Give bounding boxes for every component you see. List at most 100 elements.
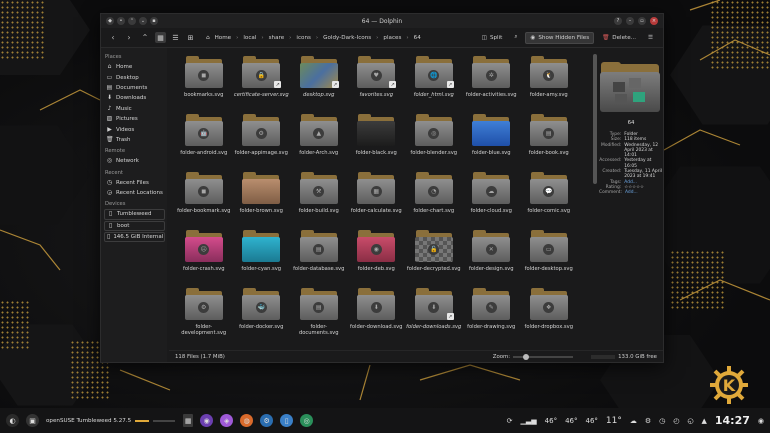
- sidebar-item-videos[interactable]: ▶ Videos: [104, 124, 165, 134]
- title-bar[interactable]: ◆ • ⌃ ⌄ ▪ 64 — Dolphin ? – ▫ ×: [101, 14, 663, 28]
- file-item[interactable]: 💬 folder-comic.svg: [520, 170, 578, 228]
- firefox-icon[interactable]: ◍: [240, 414, 254, 427]
- sidebar-item-146-5-gib-internal-[interactable]: ▯ 146.5 GiB Internal ...: [104, 232, 165, 243]
- split-button[interactable]: ◫ Split: [478, 33, 507, 43]
- update-icon[interactable]: ⟳: [507, 417, 513, 425]
- opensuse-icon[interactable]: ◎: [300, 414, 314, 427]
- maximize-button[interactable]: ▫: [638, 17, 646, 25]
- pager-icon[interactable]: ▦: [183, 414, 194, 427]
- compact-view-button[interactable]: ☰: [170, 32, 181, 43]
- sidebar-item-trash[interactable]: 🗑 Trash: [104, 135, 165, 145]
- sidebar-item-recent-files[interactable]: ◷ Recent Files: [104, 178, 165, 188]
- file-item[interactable]: ⬇ ↗ folder-downloads.svg: [405, 286, 463, 344]
- sidebar-item-pictures[interactable]: ▨ Pictures: [104, 114, 165, 124]
- file-item[interactable]: folder-brown.svg: [233, 170, 291, 228]
- breadcrumb-item[interactable]: icons: [296, 35, 311, 41]
- settings-icon[interactable]: ⚙: [645, 417, 651, 425]
- cpu-graph-icon[interactable]: ▁▃▅: [521, 417, 537, 425]
- shade-icon[interactable]: ▪: [150, 17, 158, 25]
- close-button[interactable]: ×: [650, 17, 658, 25]
- file-item[interactable]: ◼ folder-bookmark.svg: [175, 170, 233, 228]
- keep-above-icon[interactable]: ⌃: [128, 17, 136, 25]
- file-item[interactable]: ⚙ folder-development.svg: [175, 286, 233, 344]
- file-item[interactable]: ❖ folder-dropbox.svg: [520, 286, 578, 344]
- show-desktop-icon[interactable]: ◉: [758, 417, 764, 425]
- zoom-slider[interactable]: [513, 353, 574, 360]
- zoom-knob[interactable]: [523, 353, 530, 360]
- file-item[interactable]: ▲ folder-Arch.svg: [290, 112, 348, 170]
- file-item[interactable]: ◉ folder-deb.svg: [348, 228, 406, 286]
- breadcrumb-item[interactable]: Home: [215, 35, 232, 41]
- file-item[interactable]: ☁ folder-cloud.svg: [463, 170, 521, 228]
- browser-icon[interactable]: ◉: [200, 414, 214, 427]
- file-item[interactable]: ◔ folder-chart.svg: [405, 170, 463, 228]
- file-item[interactable]: ♥ ↗ favorites.svg: [348, 54, 406, 112]
- editor-icon[interactable]: ◈: [220, 414, 234, 427]
- app-launcher-icon[interactable]: ◐: [6, 414, 19, 427]
- clipboard-icon[interactable]: ◴: [673, 417, 679, 425]
- file-item[interactable]: ◼ bookmarks.svg: [175, 54, 233, 112]
- sidebar-item-home[interactable]: ⌂ Home: [104, 62, 165, 72]
- sidebar-item-tumbleweed[interactable]: ▯ Tumbleweed: [104, 209, 165, 220]
- file-item[interactable]: ▤ folder-documents.svg: [290, 286, 348, 344]
- sidebar-item-recent-locations[interactable]: ◶ Recent Locations: [104, 188, 165, 198]
- file-item[interactable]: folder-blue.svg: [463, 112, 521, 170]
- back-icon[interactable]: ‹: [107, 32, 119, 44]
- file-item[interactable]: folder-cyan.svg: [233, 228, 291, 286]
- file-item[interactable]: ⬇ folder-download.svg: [348, 286, 406, 344]
- sidebar-item-music[interactable]: ♪ Music: [104, 104, 165, 114]
- sidebar-item-network[interactable]: ◎ Network: [104, 156, 165, 166]
- task-window-label[interactable]: openSUSE Tumbleweed 5.27.5: [46, 418, 131, 424]
- window-icon[interactable]: ▣: [26, 414, 39, 427]
- file-item[interactable]: 🐳 folder-docker.svg: [233, 286, 291, 344]
- help-button[interactable]: ?: [614, 17, 622, 25]
- breadcrumb-item[interactable]: places: [383, 35, 401, 41]
- sidebar-item-desktop[interactable]: ▭ Desktop: [104, 72, 165, 82]
- search-button[interactable]: ⌕: [510, 32, 521, 43]
- file-item[interactable]: ▤ folder-book.svg: [520, 112, 578, 170]
- details-view-button[interactable]: ⊞: [185, 32, 196, 43]
- tray-expand-icon[interactable]: ▲: [701, 417, 706, 425]
- file-item[interactable]: 🔒 ↗ certificate-server.svg: [233, 54, 291, 112]
- file-item[interactable]: 🔓 folder-decrypted.svg: [405, 228, 463, 286]
- volume-icon[interactable]: ◷: [659, 417, 665, 425]
- minimize-button[interactable]: –: [626, 17, 634, 25]
- file-item[interactable]: ↗ desktop.svg: [290, 54, 348, 112]
- file-item[interactable]: 🤖 folder-android.svg: [175, 112, 233, 170]
- file-item[interactable]: ✎ folder-drawing.svg: [463, 286, 521, 344]
- cloud-icon[interactable]: ☁: [630, 417, 637, 425]
- info-value[interactable]: Add...: [625, 190, 663, 195]
- file-item[interactable]: folder-black.svg: [348, 112, 406, 170]
- hamburger-menu-button[interactable]: ☰: [644, 33, 657, 43]
- keep-below-icon[interactable]: ⌄: [139, 17, 147, 25]
- settings-app-icon[interactable]: ⚙: [260, 414, 274, 427]
- breadcrumb-item[interactable]: Goldy-Dark-Icons: [323, 35, 371, 41]
- file-item[interactable]: ✕ folder-design.svg: [463, 228, 521, 286]
- file-item[interactable]: ▦ folder-calculate.svg: [348, 170, 406, 228]
- up-icon[interactable]: ⌃: [139, 32, 151, 44]
- breadcrumb-item[interactable]: local: [243, 35, 256, 41]
- file-item[interactable]: 🌐 ↗ folder_html.svg: [405, 54, 463, 112]
- file-item[interactable]: ▤ folder-database.svg: [290, 228, 348, 286]
- clock[interactable]: 14:27: [715, 414, 750, 427]
- forward-icon[interactable]: ›: [123, 32, 135, 44]
- sidebar-item-downloads[interactable]: ⬇ Downloads: [104, 93, 165, 103]
- file-item[interactable]: ⚙ folder-appimage.svg: [233, 112, 291, 170]
- show-hidden-files-button[interactable]: ◉ Show Hidden Files: [525, 31, 595, 44]
- file-item[interactable]: ⚒ folder-build.svg: [290, 170, 348, 228]
- file-item[interactable]: ☹ folder-crash.svg: [175, 228, 233, 286]
- file-item[interactable]: ◎ folder-blender.svg: [405, 112, 463, 170]
- sidebar-item-boot[interactable]: ▯ boot: [104, 220, 165, 232]
- network-tray-icon[interactable]: ◵: [687, 417, 693, 425]
- delete-button[interactable]: 🗑 Delete...: [598, 33, 640, 43]
- breadcrumb-item[interactable]: share: [269, 35, 285, 41]
- file-item[interactable]: ✲ folder-activities.svg: [463, 54, 521, 112]
- file-view[interactable]: ◼ bookmarks.svg 🔒 ↗ certificate-server.svg ↗ d…: [169, 48, 593, 350]
- file-item[interactable]: ▭ folder-desktop.svg: [520, 228, 578, 286]
- dolphin-icon[interactable]: ▯: [280, 414, 294, 427]
- file-item[interactable]: 🐧 folder-amy.svg: [520, 54, 578, 112]
- icons-view-button[interactable]: ▦: [155, 32, 166, 43]
- breadcrumb-item[interactable]: 64: [414, 35, 421, 41]
- weather-temp[interactable]: 11°: [606, 416, 622, 426]
- sidebar-item-documents[interactable]: ▤ Documents: [104, 83, 165, 93]
